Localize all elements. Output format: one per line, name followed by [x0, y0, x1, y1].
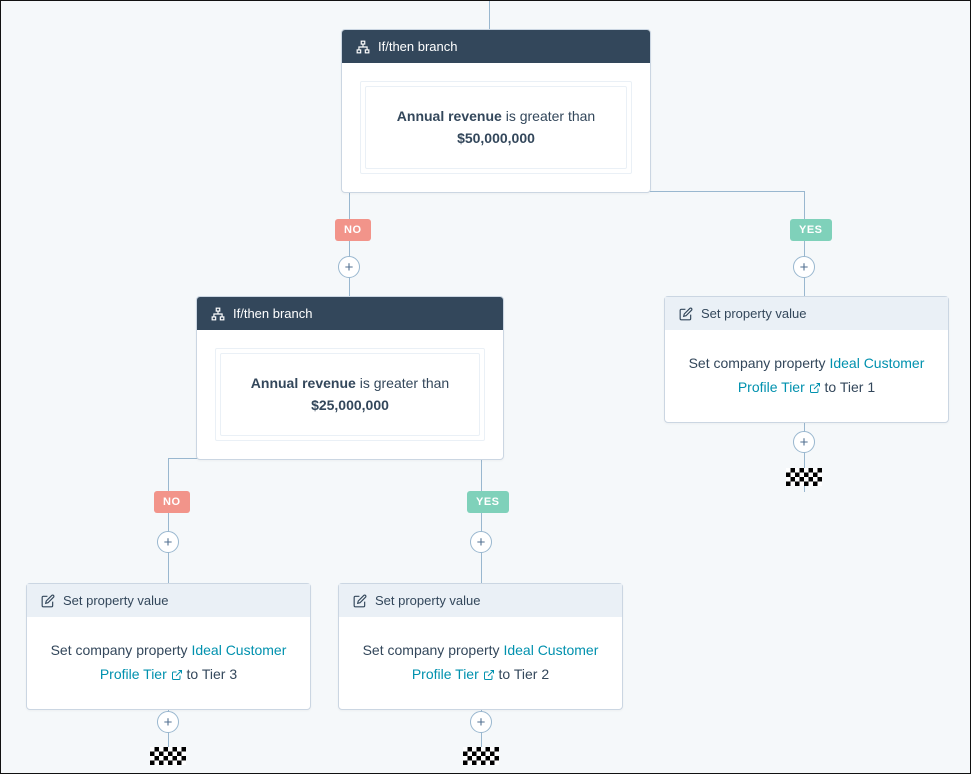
external-link-icon — [809, 382, 821, 394]
condition-value: $50,000,000 — [457, 130, 535, 146]
set-property-card-tier3[interactable]: Set property value Set company property … — [26, 583, 311, 710]
card-title: Set property value — [701, 306, 807, 321]
card-title: Set property value — [375, 593, 481, 608]
edit-icon — [679, 307, 693, 321]
action-text-to: to — [825, 379, 837, 395]
external-link-icon — [483, 669, 495, 681]
condition-property: Annual revenue — [251, 375, 356, 391]
action-text-prefix: Set company property — [363, 642, 500, 658]
action-text-prefix: Set company property — [51, 642, 188, 658]
add-action-button[interactable]: + — [157, 531, 179, 553]
card-header: If/then branch — [197, 297, 503, 330]
workflow-canvas[interactable]: If/then branch Annual revenue is greater… — [1, 1, 970, 773]
edit-icon — [353, 594, 367, 608]
action-text-value: Tier 2 — [514, 666, 549, 682]
end-flag — [150, 747, 186, 765]
branch-icon — [356, 40, 370, 54]
action-text-value: Tier 1 — [840, 379, 875, 395]
card-title: Set property value — [63, 593, 169, 608]
action-text-value: Tier 3 — [202, 666, 237, 682]
branch-label-yes: YES — [467, 491, 509, 513]
condition-box: Annual revenue is greater than $25,000,0… — [215, 348, 485, 441]
action-text-to: to — [499, 666, 511, 682]
connector-line — [489, 1, 490, 29]
if-then-branch-card-2[interactable]: If/then branch Annual revenue is greater… — [196, 296, 504, 460]
condition-value: $25,000,000 — [311, 397, 389, 413]
branch-label-no: NO — [335, 219, 371, 241]
set-property-card-tier2[interactable]: Set property value Set company property … — [338, 583, 623, 710]
end-flag — [786, 468, 822, 486]
add-action-button[interactable]: + — [470, 711, 492, 733]
set-property-card-tier1[interactable]: Set property value Set company property … — [664, 296, 949, 423]
card-header: If/then branch — [342, 30, 650, 63]
add-action-button[interactable]: + — [793, 431, 815, 453]
condition-operator: is greater than — [360, 375, 450, 391]
card-header: Set property value — [665, 297, 948, 330]
card-title: If/then branch — [378, 39, 458, 54]
branch-icon — [211, 307, 225, 321]
card-header: Set property value — [27, 584, 310, 617]
add-action-button[interactable]: + — [793, 256, 815, 278]
condition-box: Annual revenue is greater than $50,000,0… — [360, 81, 632, 174]
connector-line — [349, 191, 350, 296]
end-flag — [463, 747, 499, 765]
connector-line — [804, 191, 805, 296]
action-text-prefix: Set company property — [689, 355, 826, 371]
condition-operator: is greater than — [506, 108, 596, 124]
add-action-button[interactable]: + — [338, 256, 360, 278]
condition-property: Annual revenue — [397, 108, 502, 124]
connector-line — [168, 458, 169, 583]
branch-label-no: NO — [154, 491, 190, 513]
add-action-button[interactable]: + — [157, 711, 179, 733]
external-link-icon — [171, 669, 183, 681]
card-header: Set property value — [339, 584, 622, 617]
add-action-button[interactable]: + — [470, 531, 492, 553]
connector-line — [481, 458, 482, 583]
action-text-to: to — [187, 666, 199, 682]
if-then-branch-card-1[interactable]: If/then branch Annual revenue is greater… — [341, 29, 651, 193]
edit-icon — [41, 594, 55, 608]
card-title: If/then branch — [233, 306, 313, 321]
branch-label-yes: YES — [790, 219, 832, 241]
